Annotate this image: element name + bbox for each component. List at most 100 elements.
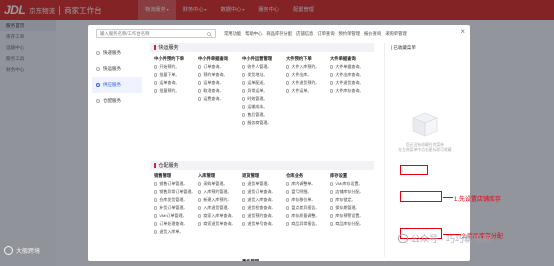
chevron-right-icon: ›: [223, 181, 225, 187]
close-button[interactable]: ×: [460, 28, 465, 36]
radio-icon: [286, 89, 290, 93]
menu-item[interactable]: 销售异常订单管理 ›: [154, 188, 193, 196]
watermark-left-text: 大般跨境: [16, 249, 41, 255]
menu-item[interactable]: 运单查询 ›: [154, 79, 184, 87]
modal-sidebar-item-active[interactable]: 供应服务: [92, 77, 142, 93]
menu-item[interactable]: 批量下单 ›: [154, 71, 184, 79]
modal-sidebar-item[interactable]: 快运服务: [92, 61, 142, 77]
menu-item[interactable]: 库内调整单 ›: [286, 180, 317, 188]
chevron-right-icon: ›: [271, 189, 273, 195]
menu-item[interactable]: 大件单据查询 ›: [330, 63, 361, 71]
menu-item[interactable]: 大件退货预约 ›: [286, 79, 317, 87]
radio-icon: [154, 182, 158, 186]
menu-item[interactable]: VMI库存设置 ›: [330, 180, 361, 188]
section-title: 仓配服务: [158, 163, 179, 169]
menu-item[interactable]: 补货订单管理 ›: [154, 204, 193, 212]
menu-item-label: 大件退货查询: [335, 80, 360, 85]
menu-item[interactable]: 商品库存分配 ›: [330, 220, 361, 228]
radio-icon: [242, 113, 246, 117]
menu-item[interactable]: 运输成本 ›: [242, 103, 272, 111]
chevron-right-icon: ›: [359, 64, 361, 70]
menu-item[interactable]: 运单配送 ›: [242, 79, 272, 87]
menu-item-label: 库存锁定: [335, 197, 352, 202]
search-icon[interactable]: [207, 31, 212, 37]
menu-item[interactable]: 批量预约 ›: [154, 87, 184, 95]
menu-item[interactable]: 订单处理查询 ›: [154, 220, 193, 228]
quick-link[interactable]: 商品库存分配: [266, 31, 292, 37]
menu-item[interactable]: 入库预约管理 ›: [198, 188, 233, 196]
menu-item[interactable]: 发货地址 ›: [242, 71, 272, 79]
chevron-right-icon: ›: [191, 189, 193, 195]
menu-item[interactable]: 退货单管理 ›: [242, 180, 273, 188]
chevron-right-icon: ›: [263, 80, 265, 86]
menu-item[interactable]: 开始预约 ›: [154, 63, 184, 71]
menu-item[interactable]: 服务商管理 ›: [242, 119, 272, 127]
quick-link[interactable]: 采购单管理: [385, 31, 406, 37]
section-marker: [154, 163, 156, 168]
menu-item-label: 订单查询: [203, 64, 220, 69]
menu-item[interactable]: 新建入库预约 ›: [198, 196, 233, 204]
chevron-right-icon: ›: [175, 72, 177, 78]
quick-link[interactable]: 常用功能: [224, 31, 241, 37]
menu-item[interactable]: 运单查询 ›: [198, 79, 228, 87]
menu-item[interactable]: VMI订单管理 ›: [154, 212, 193, 220]
search-input[interactable]: [100, 31, 200, 36]
radio-icon: [198, 206, 202, 210]
modal-sidebar-item[interactable]: 仓配服务: [92, 93, 142, 109]
section-warehouse-delivery: 仓配服务 销售管理 销售订单管理 › 销售异常订单管理 › 仓库发货管理 › 补货订单管…: [150, 161, 374, 261]
menu-item-label: 退货入库单: [159, 229, 180, 234]
menu-item[interactable]: 仓库发货管理 ›: [154, 196, 193, 204]
menu-item[interactable]: 售后管理 ›: [242, 111, 272, 119]
menu-item[interactable]: 保存期管理 ›: [330, 204, 361, 212]
chevron-right-icon: ›: [315, 64, 317, 70]
menu-item[interactable]: 预约单查询 ›: [198, 71, 228, 79]
quick-link[interactable]: 订单查询: [317, 31, 334, 37]
menu-item[interactable]: 取消查询 ›: [198, 87, 228, 95]
chevron-right-icon: ›: [219, 88, 221, 94]
chevron-right-icon: ›: [359, 72, 361, 78]
chevron-right-icon: ›: [263, 72, 265, 78]
chevron-right-icon: ›: [227, 205, 229, 211]
menu-item[interactable]: 入库退货管理 ›: [198, 204, 233, 212]
menu-item[interactable]: 异常运单 ›: [242, 87, 272, 95]
quick-link[interactable]: 报价查询: [364, 31, 381, 37]
menu-item[interactable]: 大件出库查询 ›: [330, 71, 361, 79]
menu-item[interactable]: 商家退货单查询 ›: [198, 220, 233, 228]
menu-item[interactable]: 销售订单管理 ›: [154, 180, 193, 188]
menu-item[interactable]: 退货入库单 ›: [154, 228, 193, 236]
radio-icon: [286, 182, 290, 186]
menu-item[interactable]: 商品异常报告 ›: [286, 220, 317, 228]
radio-icon: [154, 230, 158, 234]
radio-icon: [330, 206, 334, 210]
menu-item[interactable]: 退货单号查询 ›: [242, 220, 273, 228]
menu-item[interactable]: 大件入库预约 ›: [286, 63, 317, 71]
quick-link[interactable]: 帮助中心: [245, 31, 262, 37]
quick-link[interactable]: 预约单管理: [339, 31, 360, 37]
menu-item[interactable]: 退货检查查询 ›: [242, 204, 273, 212]
menu-item[interactable]: 运费查询 ›: [198, 95, 228, 103]
menu-item[interactable]: 库存锁定 ›: [330, 196, 361, 204]
menu-item[interactable]: 退货订单查询 ›: [242, 188, 273, 196]
menu-item[interactable]: 盘点差异报告 ›: [286, 204, 317, 212]
menu-item[interactable]: 订单查询 ›: [198, 63, 228, 71]
menu-item[interactable]: 盘亏明细 ›: [286, 188, 317, 196]
quick-link[interactable]: 店铺信息: [296, 31, 313, 37]
menu-item[interactable]: 库存移位单 ›: [286, 196, 317, 204]
menu-item[interactable]: 大件库存查询 ›: [330, 87, 361, 95]
menu-item[interactable]: 库存质量调整 ›: [286, 212, 317, 220]
modal-sidebar-item[interactable]: 快递服务: [92, 45, 142, 61]
menu-item[interactable]: 采购单管理 ›: [198, 180, 233, 188]
chevron-right-icon: ›: [271, 221, 273, 227]
menu-item[interactable]: 大件运单 ›: [286, 87, 317, 95]
menu-item[interactable]: 时效管理 ›: [242, 95, 272, 103]
menu-item[interactable]: 店铺库存分配 ›: [330, 188, 361, 196]
menu-item[interactable]: 库存预警设置 ›: [330, 212, 361, 220]
section-express-freight: 快运服务 中小件预约下单 开始预约 › 批量下单 › 运单查询 › 批量预约 › 中小件单…: [150, 43, 374, 126]
menu-item[interactable]: 退货入库查询 ›: [242, 196, 273, 204]
chevron-right-icon: ›: [183, 205, 185, 211]
menu-item[interactable]: 大件出库 ›: [286, 71, 317, 79]
menu-item[interactable]: 大件退货查询 ›: [330, 79, 361, 87]
menu-item[interactable]: 商家入库单查询 ›: [198, 212, 233, 220]
menu-item[interactable]: 退货预约查询 ›: [242, 212, 273, 220]
menu-item[interactable]: 收件人管理 ›: [242, 63, 272, 71]
